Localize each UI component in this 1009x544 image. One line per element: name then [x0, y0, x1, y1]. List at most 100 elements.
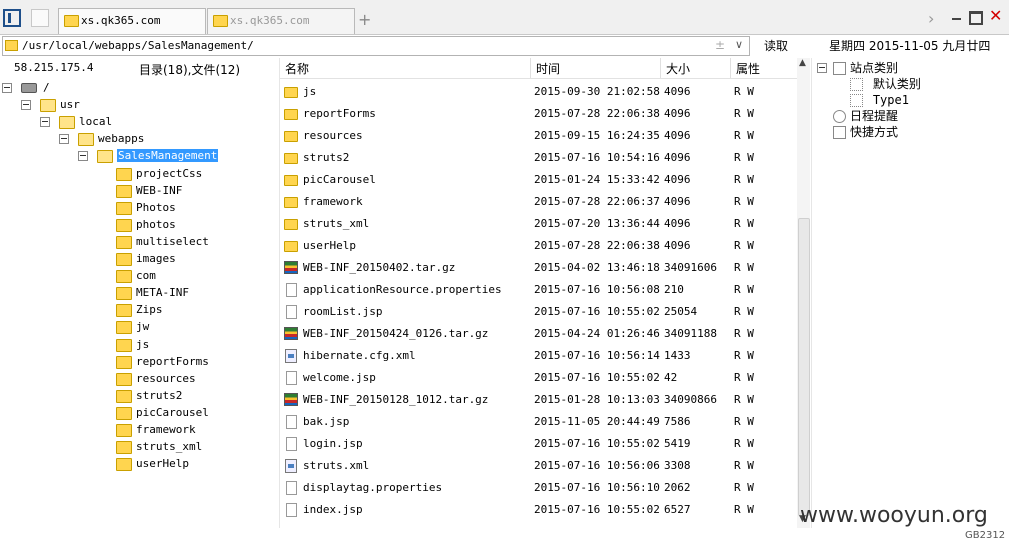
tree-node[interactable]: js [116, 337, 149, 353]
file-icon [286, 305, 297, 319]
chevron-down-icon[interactable]: ∨ [735, 38, 743, 51]
encoding-label: GB2312 [965, 530, 1006, 541]
tree-node[interactable]: struts2 [116, 388, 182, 404]
tree-node[interactable]: struts_xml [116, 439, 202, 455]
tree-node[interactable]: images [116, 251, 176, 267]
file-row[interactable]: framework 2015-07-28 22:06:37 4096 R W [280, 191, 795, 213]
tree-node-label: SalesManagement [117, 149, 219, 162]
file-row[interactable]: hibernate.cfg.xml 2015-07-16 10:56:14 1433… [280, 345, 795, 367]
file-row[interactable]: struts_xml 2015-07-20 13:36:44 4096 R W [280, 213, 795, 235]
file-row[interactable]: welcome.jsp 2015-07-16 10:55:02 42 R W [280, 367, 795, 389]
collapse-icon[interactable] [21, 100, 31, 110]
file-size: 4096 [664, 129, 691, 142]
file-row[interactable]: WEB-INF_20150424_0126.tar.gz 2015-04-24 0… [280, 323, 795, 345]
file-row[interactable]: WEB-INF_20150128_1012.tar.gz 2015-01-28 1… [280, 389, 795, 411]
tree-node[interactable]: userHelp [116, 456, 189, 472]
file-row[interactable]: login.jsp 2015-07-16 10:55:02 5419 R W [280, 433, 795, 455]
path-bar: /usr/local/webapps/SalesManagement/ ± ∨ … [0, 35, 1009, 57]
collapse-icon[interactable] [40, 117, 50, 127]
type1-node[interactable]: Type1 [850, 92, 909, 108]
collapse-icon[interactable] [2, 83, 12, 93]
file-name: resources [303, 129, 363, 142]
minimize-icon[interactable] [952, 18, 961, 20]
tree-node[interactable]: / [2, 80, 50, 96]
file-time: 2015-01-24 15:33:42 [534, 173, 660, 186]
folder-icon [116, 286, 132, 300]
path-value[interactable]: /usr/local/webapps/SalesManagement/ [22, 39, 254, 52]
tree-node[interactable]: photos [116, 217, 176, 233]
file-size: 4096 [664, 173, 691, 186]
folder-icon [284, 153, 298, 164]
close-icon[interactable]: ✕ [989, 6, 1002, 25]
tree-node[interactable]: usr [21, 97, 80, 113]
folder-icon [116, 184, 132, 198]
tree-node-label: framework [136, 423, 196, 436]
tree-node[interactable]: com [116, 268, 156, 284]
bookmark-icon[interactable]: ± [715, 38, 725, 52]
file-name: struts.xml [303, 459, 370, 472]
tab-active[interactable]: xs.qk365.com [58, 8, 206, 34]
file-row[interactable]: js 2015-09-30 21:02:58 4096 R W [280, 81, 795, 103]
tree-node[interactable]: framework [116, 422, 196, 438]
file-row[interactable]: displaytag.properties 2015-07-16 10:56:10… [280, 477, 795, 499]
tree-node[interactable]: Zips [116, 302, 163, 318]
clock-icon [833, 110, 846, 123]
folder-icon [97, 149, 113, 163]
file-time: 2015-04-02 13:46:18 [534, 261, 660, 274]
tree-node[interactable]: SalesManagement [78, 148, 219, 164]
tree-node[interactable]: reportForms [116, 354, 209, 370]
read-button[interactable]: 读取 [764, 37, 788, 54]
file-row[interactable]: picCarousel 2015-01-24 15:33:42 4096 R W [280, 169, 795, 191]
scroll-up-icon[interactable]: ▲ [799, 58, 806, 68]
folder-icon [284, 197, 298, 208]
vertical-scrollbar[interactable]: ▲ ▼ [797, 58, 810, 528]
path-input[interactable]: /usr/local/webapps/SalesManagement/ ± ∨ [2, 36, 750, 56]
tab-inactive[interactable]: xs.qk365.com [207, 8, 355, 34]
tree-node[interactable]: local [40, 114, 112, 130]
default-category-node[interactable]: 默认类别 [850, 76, 921, 92]
chevron-right-icon[interactable]: › [928, 9, 934, 28]
file-row[interactable]: index.jsp 2015-07-16 10:55:02 6527 R W [280, 499, 795, 521]
tree-node[interactable]: projectCss [116, 166, 202, 182]
tree-node-label: userHelp [136, 457, 189, 470]
maximize-icon[interactable] [969, 11, 983, 25]
tree-node-label: struts_xml [136, 440, 203, 453]
tree-node-label: jw [136, 320, 150, 333]
file-row[interactable]: userHelp 2015-07-28 22:06:38 4096 R W [280, 235, 795, 257]
tree-node[interactable]: resources [116, 371, 196, 387]
collapse-icon[interactable] [78, 151, 88, 161]
schedule-reminder-node[interactable]: 日程提醒 [833, 108, 898, 124]
file-row[interactable]: bak.jsp 2015-11-05 20:44:49 7586 R W [280, 411, 795, 433]
file-row[interactable]: reportForms 2015-07-28 22:06:38 4096 R W [280, 103, 795, 125]
file-name: login.jsp [303, 437, 363, 450]
shortcut-node[interactable]: 快捷方式 [833, 124, 898, 140]
tree-node[interactable]: WEB-INF [116, 183, 182, 199]
tree-node-label: META-INF [136, 286, 189, 299]
blank-page-button[interactable] [31, 9, 49, 27]
tree-node[interactable]: jw [116, 319, 149, 335]
scroll-thumb[interactable] [798, 218, 810, 516]
collapse-icon[interactable] [59, 134, 69, 144]
column-header-name[interactable]: 名称 [285, 60, 309, 77]
column-header-time[interactable]: 时间 [536, 60, 560, 77]
file-row[interactable]: resources 2015-09-15 16:24:35 4096 R W [280, 125, 795, 147]
column-header-attr[interactable]: 属性 [736, 60, 760, 77]
panel-toggle-button[interactable] [3, 9, 21, 27]
folder-icon [284, 87, 298, 98]
site-category-node[interactable]: 站点类别 [817, 60, 898, 76]
file-row[interactable]: struts2 2015-07-16 10:54:16 4096 R W [280, 147, 795, 169]
column-header-size[interactable]: 大小 [666, 60, 690, 77]
file-row[interactable]: WEB-INF_20150402.tar.gz 2015-04-02 13:46:… [280, 257, 795, 279]
file-row[interactable]: roomList.jsp 2015-07-16 10:55:02 25054 R W [280, 301, 795, 323]
file-time: 2015-07-16 10:56:10 [534, 481, 660, 494]
file-time: 2015-07-16 10:55:02 [534, 437, 660, 450]
file-row[interactable]: applicationResource.properties 2015-07-16… [280, 279, 795, 301]
tree-node[interactable]: webapps [59, 131, 144, 147]
tree-node[interactable]: picCarousel [116, 405, 209, 421]
tree-node[interactable]: Photos [116, 200, 176, 216]
tree-node[interactable]: META-INF [116, 285, 189, 301]
collapse-icon[interactable] [817, 63, 827, 73]
add-tab-button[interactable]: + [358, 10, 371, 29]
file-row[interactable]: struts.xml 2015-07-16 10:56:06 3308 R W [280, 455, 795, 477]
tree-node[interactable]: multiselect [116, 234, 209, 250]
